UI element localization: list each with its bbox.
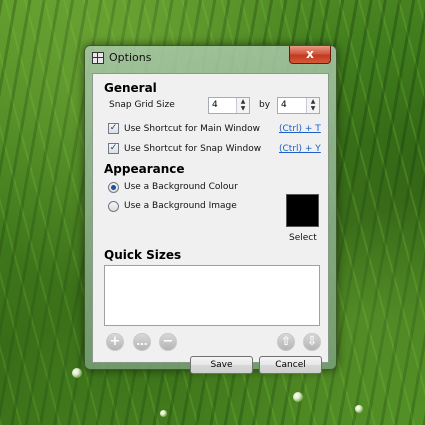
- snap-x-arrows: ▲ ▼: [236, 98, 249, 113]
- cancel-button[interactable]: Cancel: [259, 356, 322, 374]
- desktop-wallpaper: Options x General Snap Grid Size 4 ▲ ▼ b…: [0, 0, 425, 425]
- dialog-body: General Snap Grid Size 4 ▲ ▼ by 4 ▲ ▼ ✓ …: [92, 73, 329, 374]
- spin-up-icon[interactable]: ▲: [307, 98, 319, 105]
- dew-drop: [355, 405, 363, 413]
- app-grid-icon: [92, 52, 104, 64]
- by-label: by: [259, 100, 271, 110]
- window-title: Options: [109, 51, 152, 64]
- spin-up-icon[interactable]: ▲: [237, 98, 249, 105]
- select-colour-link[interactable]: Select: [289, 233, 317, 243]
- snap-y-value: 4: [281, 100, 287, 110]
- bg-image-radio[interactable]: [108, 201, 119, 212]
- dew-drop: [160, 410, 167, 417]
- bg-colour-label: Use a Background Colour: [124, 182, 238, 192]
- close-button[interactable]: x: [289, 46, 331, 64]
- shortcut-snap-label: Use Shortcut for Snap Window: [124, 144, 262, 154]
- shortcut-main-checkbox[interactable]: ✓: [108, 123, 119, 134]
- appearance-heading: Appearance: [104, 162, 185, 176]
- shortcut-snap-key-link[interactable]: (Ctrl) + Y: [279, 144, 321, 154]
- shortcut-main-key-link[interactable]: (Ctrl) + T: [279, 124, 321, 134]
- arrow-down-icon[interactable]: ⇩: [303, 333, 321, 351]
- bg-image-label: Use a Background Image: [124, 201, 237, 211]
- dew-drop: [72, 368, 82, 378]
- shortcut-main-label: Use Shortcut for Main Window: [124, 124, 260, 134]
- minus-icon[interactable]: −: [159, 333, 177, 351]
- spin-down-icon[interactable]: ▼: [237, 105, 249, 112]
- spin-down-icon[interactable]: ▼: [307, 105, 319, 112]
- title-bar[interactable]: Options x: [85, 46, 336, 72]
- save-button[interactable]: Save: [190, 356, 253, 374]
- colour-swatch[interactable]: [286, 194, 319, 227]
- arrow-up-icon[interactable]: ⇧: [277, 333, 295, 351]
- snap-x-value: 4: [212, 100, 218, 110]
- snap-y-stepper[interactable]: 4 ▲ ▼: [277, 97, 320, 114]
- dew-drop: [293, 392, 303, 402]
- options-dialog: Options x General Snap Grid Size 4 ▲ ▼ b…: [84, 45, 337, 374]
- snap-grid-label: Snap Grid Size: [109, 100, 175, 110]
- ellipsis-icon[interactable]: …: [133, 333, 151, 351]
- shortcut-snap-checkbox[interactable]: ✓: [108, 143, 119, 154]
- plus-icon[interactable]: +: [106, 333, 124, 351]
- snap-y-arrows: ▲ ▼: [306, 98, 319, 113]
- quick-sizes-heading: Quick Sizes: [104, 248, 182, 262]
- quick-sizes-list[interactable]: [104, 265, 320, 326]
- snap-x-stepper[interactable]: 4 ▲ ▼: [208, 97, 250, 114]
- general-heading: General: [104, 81, 157, 95]
- bg-colour-radio[interactable]: [108, 182, 119, 193]
